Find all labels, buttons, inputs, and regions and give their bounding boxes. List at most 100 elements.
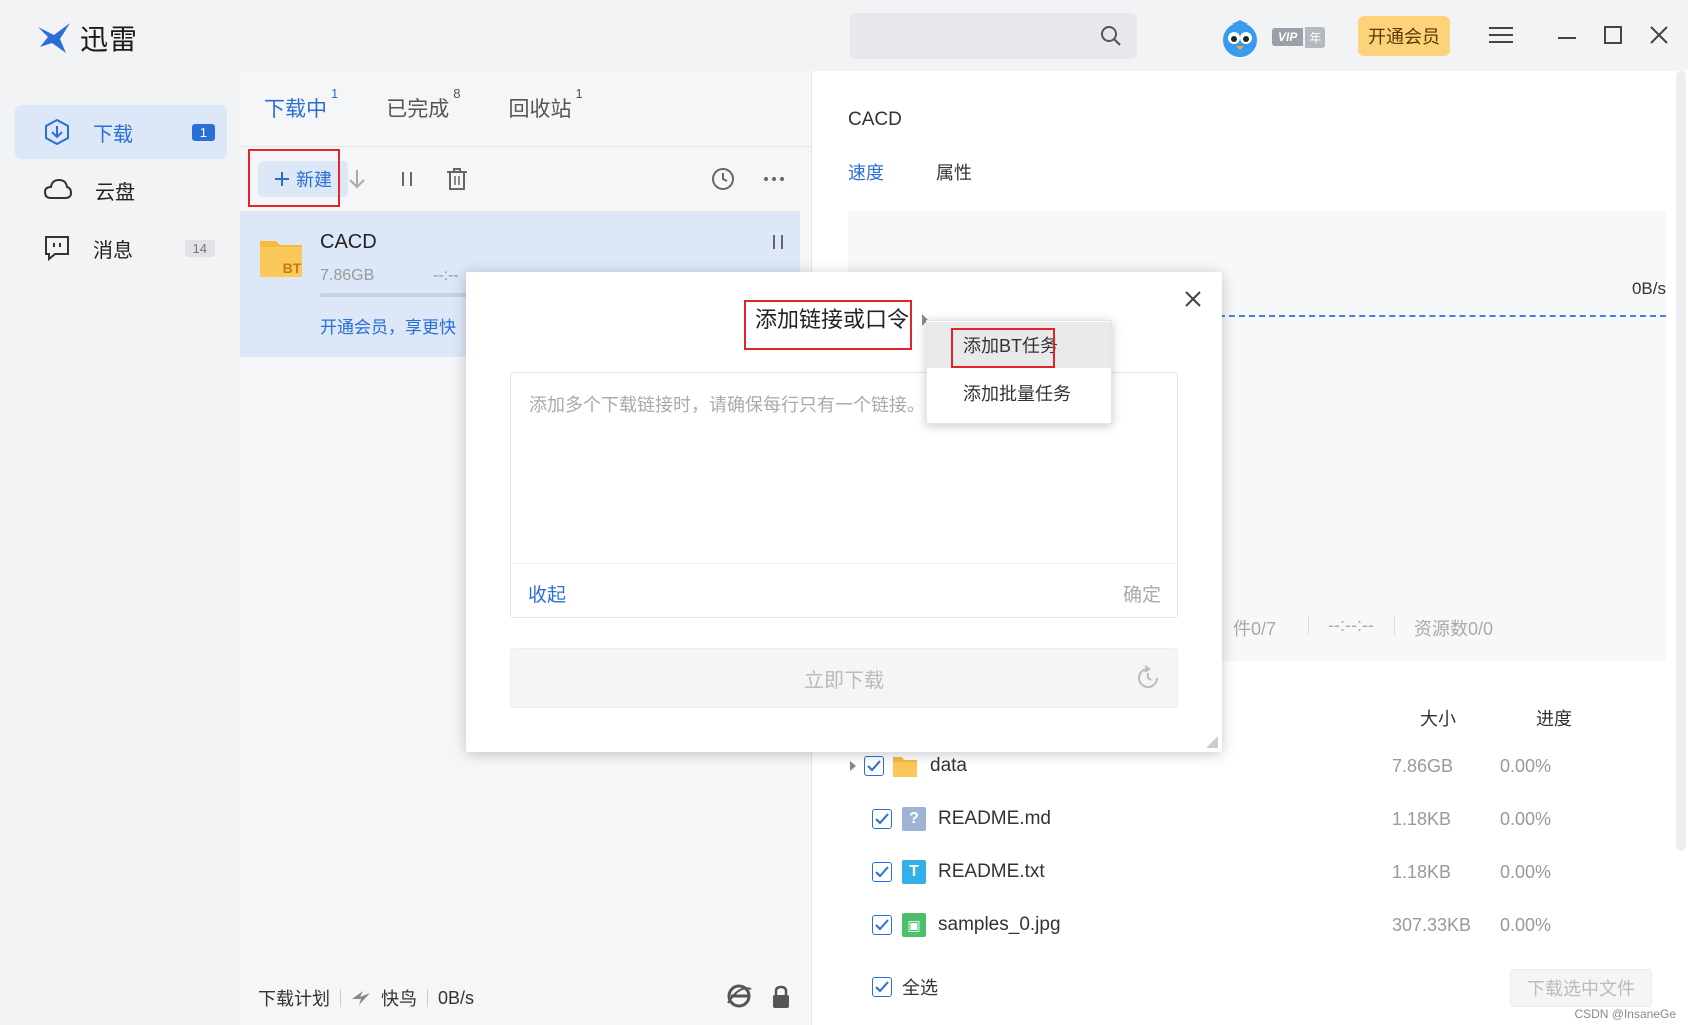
download-now-button[interactable]: 立即下载 bbox=[510, 648, 1178, 708]
task-name: CACD bbox=[320, 231, 377, 253]
sidebar-item-cloud[interactable]: 云盘 bbox=[15, 163, 227, 217]
task-vip-promo[interactable]: 开通会员，享更快 bbox=[320, 313, 456, 338]
collapse-button[interactable]: 收起 bbox=[528, 580, 566, 607]
open-vip-button[interactable]: 开通会员 bbox=[1358, 16, 1450, 56]
menu-item-add-batch-task[interactable]: 添加批量任务 bbox=[927, 370, 1111, 416]
tab-downloading[interactable]: 下载中 1 bbox=[264, 86, 338, 123]
files-stat: 件0/7 bbox=[1233, 619, 1277, 639]
message-icon bbox=[45, 236, 69, 262]
file-row[interactable]: ? README.md 1.18KB 0.00% bbox=[872, 799, 1672, 839]
tab-recycle-bin[interactable]: 回收站1 bbox=[508, 86, 582, 123]
title-bar: 迅雷 VIP 年 开通会员 bbox=[0, 0, 1688, 71]
task-toolbar: 新建 bbox=[240, 146, 812, 208]
select-all[interactable]: 全选 bbox=[872, 974, 938, 1000]
search-input[interactable] bbox=[850, 13, 1137, 59]
unknown-file-icon: ? bbox=[902, 807, 926, 831]
svg-text:BT: BT bbox=[283, 260, 302, 276]
expand-arrow-icon[interactable] bbox=[848, 760, 858, 772]
file-row[interactable]: T README.txt 1.18KB 0.00% bbox=[872, 852, 1672, 892]
add-task-menu: 添加BT任务 添加批量任务 bbox=[926, 320, 1112, 424]
check-icon bbox=[875, 919, 889, 931]
sidebar-item-download[interactable]: 下载 1 bbox=[15, 105, 227, 159]
avatar[interactable] bbox=[1222, 18, 1258, 58]
file-checkbox[interactable] bbox=[872, 809, 892, 829]
minimize-icon bbox=[1558, 37, 1576, 39]
sidebar-item-label: 云盘 bbox=[95, 181, 135, 204]
tab-speed[interactable]: 速度 bbox=[848, 159, 884, 185]
more-button[interactable] bbox=[760, 165, 788, 193]
task-size: 7.86GB bbox=[320, 267, 375, 284]
file-checkbox[interactable] bbox=[864, 756, 884, 776]
kuainiao-label[interactable]: 快鸟 bbox=[381, 985, 417, 1011]
arrow-down-icon bbox=[349, 170, 365, 189]
file-checkbox[interactable] bbox=[872, 862, 892, 882]
file-progress: 0.00% bbox=[1500, 755, 1552, 776]
file-row[interactable]: data 7.86GB 0.00% bbox=[850, 746, 1652, 786]
timer-icon[interactable] bbox=[1135, 665, 1161, 691]
tab-properties[interactable]: 属性 bbox=[936, 159, 972, 185]
select-all-label: 全选 bbox=[902, 978, 938, 998]
vip-badge[interactable]: VIP 年 bbox=[1272, 26, 1326, 48]
image-file-icon: ▣ bbox=[902, 913, 926, 937]
xunlei-bird-icon bbox=[38, 23, 70, 53]
cloud-icon bbox=[43, 178, 73, 199]
hamburger-icon bbox=[1489, 27, 1513, 43]
check-icon bbox=[875, 866, 889, 878]
menu-button[interactable] bbox=[1486, 20, 1516, 50]
delete-button[interactable] bbox=[443, 165, 471, 193]
tab-completed[interactable]: 已完成8 bbox=[386, 86, 460, 123]
resize-grip-icon[interactable] bbox=[1206, 736, 1218, 748]
app-name: 迅雷 bbox=[80, 24, 139, 55]
file-row[interactable]: ▣ samples_0.jpg 307.33KB 0.00% bbox=[872, 905, 1672, 945]
close-window-button[interactable] bbox=[1644, 20, 1674, 50]
clock-icon bbox=[712, 168, 734, 190]
vip-year-label: 年 bbox=[1305, 26, 1326, 48]
tab-count: 1 bbox=[331, 86, 339, 101]
task-tabs: 下载中1 已完成8 回收站1 bbox=[264, 86, 631, 123]
sidebar-item-messages[interactable]: 消息 14 bbox=[15, 221, 227, 275]
status-speed: 0B/s bbox=[438, 987, 475, 1008]
task-progress-bar bbox=[320, 293, 480, 297]
more-icon bbox=[764, 177, 784, 181]
watermark: CSDN @InsaneGe bbox=[1574, 1007, 1676, 1021]
highlight-box bbox=[248, 149, 340, 207]
dialog-close-button[interactable] bbox=[1180, 286, 1206, 312]
sidebar-item-count: 1 bbox=[191, 123, 215, 141]
scrollbar[interactable] bbox=[1676, 71, 1686, 851]
start-button[interactable] bbox=[343, 165, 371, 193]
file-checkbox[interactable] bbox=[872, 915, 892, 935]
pause-button[interactable] bbox=[393, 165, 421, 193]
bt-folder-icon: BT bbox=[260, 241, 302, 277]
file-name: README.md bbox=[938, 808, 1051, 829]
minimize-button[interactable] bbox=[1552, 20, 1582, 50]
select-all-checkbox[interactable] bbox=[872, 977, 892, 997]
close-icon bbox=[1650, 26, 1668, 44]
close-icon bbox=[1185, 291, 1201, 307]
download-plan-link[interactable]: 下载计划 bbox=[258, 985, 330, 1011]
task-eta: --:-- bbox=[433, 267, 459, 284]
download-selected-button[interactable]: 下载选中文件 bbox=[1510, 969, 1652, 1007]
tab-count: 1 bbox=[575, 86, 583, 101]
schedule-button[interactable] bbox=[709, 165, 737, 193]
search-icon[interactable] bbox=[1099, 24, 1123, 48]
tab-label: 已完成 bbox=[386, 98, 450, 121]
file-size: 1.18KB bbox=[1392, 861, 1452, 882]
check-icon bbox=[875, 813, 889, 825]
tab-count: 8 bbox=[453, 86, 461, 101]
file-size: 7.86GB bbox=[1392, 755, 1454, 776]
maximize-button[interactable] bbox=[1598, 20, 1628, 50]
lock-icon[interactable] bbox=[770, 985, 792, 1009]
browser-icon[interactable] bbox=[726, 983, 752, 1009]
file-name: README.txt bbox=[938, 861, 1045, 882]
file-size: 307.33KB bbox=[1392, 914, 1472, 935]
column-size: 大小 bbox=[1420, 709, 1456, 729]
app-logo: 迅雷 bbox=[36, 18, 138, 58]
vip-label: VIP bbox=[1272, 28, 1304, 46]
sidebar-item-count: 14 bbox=[184, 239, 215, 257]
file-name: data bbox=[930, 755, 967, 776]
confirm-button[interactable]: 确定 bbox=[1123, 580, 1161, 607]
sources-stat: 资源数0/0 bbox=[1414, 619, 1494, 639]
pause-icon bbox=[773, 235, 783, 249]
detail-tabs: 速度 属性 bbox=[848, 159, 972, 185]
task-pause-button[interactable] bbox=[770, 233, 786, 254]
